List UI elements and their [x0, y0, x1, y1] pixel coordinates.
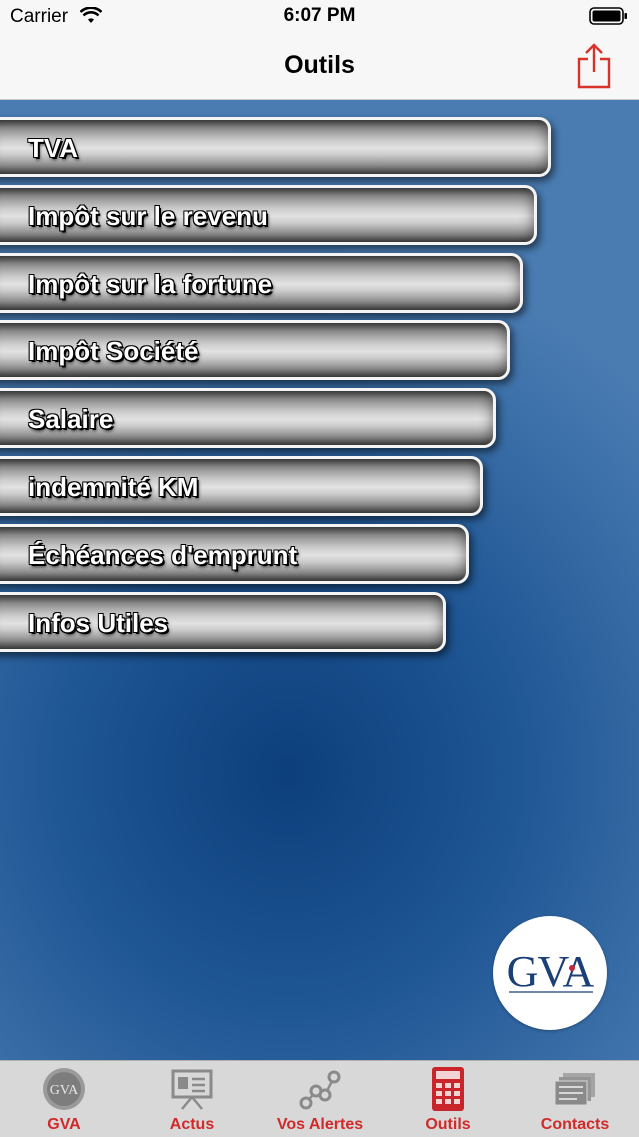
tab-gva[interactable]: GVA GVA	[0, 1061, 128, 1137]
tab-vos-alertes[interactable]: Vos Alertes	[256, 1061, 384, 1137]
menu-button-infos-utiles[interactable]: Infos Utiles	[0, 592, 446, 652]
tools-menu-area: TVA Impôt sur le revenu Impôt sur la for…	[0, 100, 639, 1060]
menu-button-indemnite-km[interactable]: indemnité KM	[0, 456, 483, 516]
menu-button-impot-revenu[interactable]: Impôt sur le revenu	[0, 185, 537, 245]
tab-contacts[interactable]: Contacts	[511, 1061, 639, 1137]
menu-button-label: Infos Utiles	[28, 608, 169, 638]
navigation-bar: Outils	[0, 32, 639, 100]
gva-logo-text: GVA	[507, 947, 595, 996]
calculator-icon	[432, 1067, 464, 1111]
menu-button-label: Impôt sur la fortune	[28, 269, 273, 299]
gva-logo: GVA	[493, 916, 607, 1030]
menu-button-label: Échéances d'emprunt	[28, 540, 298, 570]
menu-button-impot-fortune[interactable]: Impôt sur la fortune	[0, 253, 523, 313]
menu-button-label: TVA	[28, 133, 79, 163]
tab-label: Contacts	[540, 1116, 610, 1133]
tab-label: Vos Alertes	[276, 1116, 364, 1133]
tab-label: GVA	[47, 1116, 81, 1133]
gva-logo-mark: GVA	[507, 947, 596, 996]
tab-label: Outils	[425, 1116, 471, 1133]
menu-button-tva[interactable]: TVA	[0, 117, 551, 177]
menu-button-label: indemnité KM	[28, 472, 199, 502]
network-nodes-icon	[299, 1070, 341, 1110]
battery-icon	[589, 7, 627, 25]
tab-label: Actus	[169, 1116, 215, 1133]
clock: 6:07 PM	[283, 5, 356, 26]
address-cards-icon	[554, 1073, 595, 1106]
tab-outils[interactable]: Outils	[384, 1061, 512, 1137]
menu-button-impot-societe[interactable]: Impôt Société	[0, 320, 510, 380]
gva-tab-logo-text: GVA	[50, 1083, 79, 1098]
menu-button-label: Salaire	[28, 404, 114, 434]
menu-button-label: Impôt Société	[28, 336, 199, 366]
presentation-board-icon	[171, 1069, 213, 1110]
share-icon[interactable]	[577, 43, 611, 89]
gva-logo-icon: GVA	[43, 1068, 85, 1110]
tab-bar: GVA GVA Actus Vos Alertes Outils Contact…	[0, 1060, 639, 1137]
menu-button-salaire[interactable]: Salaire	[0, 388, 496, 448]
page-title: Outils	[284, 51, 355, 79]
menu-button-label: Impôt sur le revenu	[28, 201, 268, 231]
menu-button-echeances-emprunt[interactable]: Échéances d'emprunt	[0, 524, 469, 584]
status-bar: Carrier 6:07 PM	[0, 0, 639, 32]
tab-actus[interactable]: Actus	[128, 1061, 256, 1137]
